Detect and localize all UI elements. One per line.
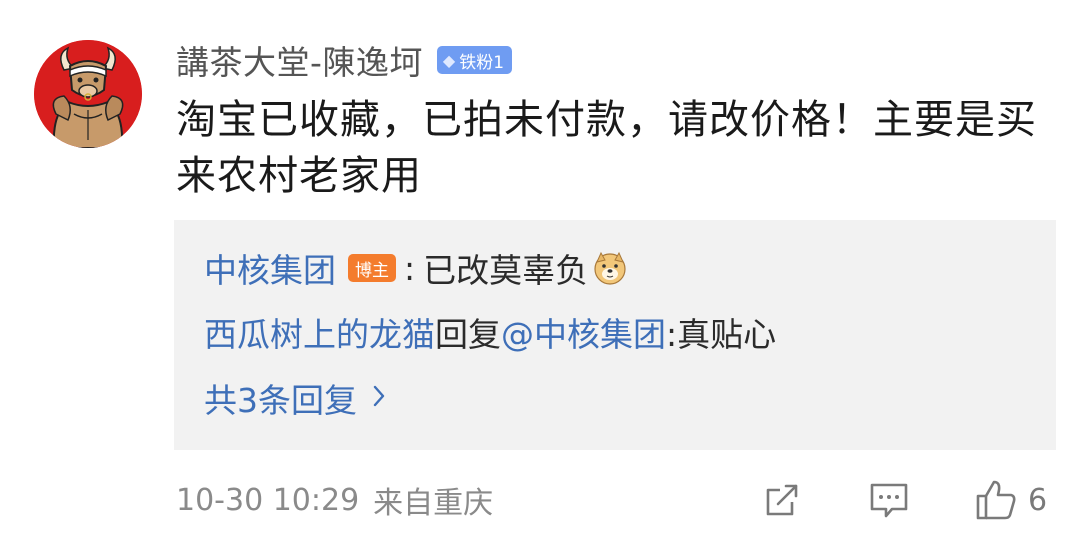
comment-text: 淘宝已收藏，已拍未付款，请改价格！主要是买来农村老家用: [176, 97, 1037, 199]
reply-author[interactable]: 西瓜树上的龙猫: [204, 308, 435, 356]
chevron-right-icon: [371, 381, 387, 416]
diamond-icon: ◆: [442, 50, 456, 70]
author-badge: 博主: [348, 254, 396, 282]
comment-date: 10-30 10:29: [176, 482, 360, 518]
fan-badge-label: 铁粉1: [459, 52, 505, 73]
bull-avatar-image: [34, 40, 142, 148]
reply-text: :真贴心: [666, 315, 777, 354]
reply-item[interactable]: 中核集团 博主 : 已改莫辜负: [204, 246, 628, 290]
more-replies-label[interactable]: 共3条回复: [204, 374, 357, 422]
like-button[interactable]: 6: [974, 476, 1047, 524]
avatar[interactable]: [34, 40, 142, 148]
like-icon: [976, 480, 1016, 520]
comment-button[interactable]: [868, 476, 910, 524]
comment-meta: 10-30 10:29 来自重庆: [176, 478, 493, 522]
share-button[interactable]: [762, 476, 802, 524]
comment-location: 来自重庆: [373, 486, 494, 521]
reply-word: 回复: [435, 315, 501, 354]
reply-author[interactable]: 中核集团: [204, 244, 336, 292]
share-icon: [766, 484, 798, 516]
comment-icon: [870, 483, 908, 518]
reply-item[interactable]: 西瓜树上的龙猫 回复 @中核集团 :真贴心: [204, 310, 776, 354]
like-count: 6: [1028, 482, 1048, 518]
reply-text: 已改莫辜负: [423, 251, 589, 290]
more-replies-link[interactable]: 共3条回复: [204, 376, 387, 420]
comment-header: 講茶大堂-陳逸坷 ◆ 铁粉1: [176, 36, 513, 84]
reply-box[interactable]: 中核集团 博主 : 已改莫辜负 西瓜树上的龙猫 回复 @中核集团 :真贴心 共3…: [174, 220, 1056, 450]
doge-emoji-icon: [594, 251, 626, 285]
fan-badge[interactable]: ◆ 铁粉1: [436, 46, 513, 74]
username[interactable]: 講茶大堂-陳逸坷: [176, 36, 423, 84]
reply-mention[interactable]: @中核集团: [501, 308, 666, 356]
reply-separator: :: [404, 248, 416, 288]
